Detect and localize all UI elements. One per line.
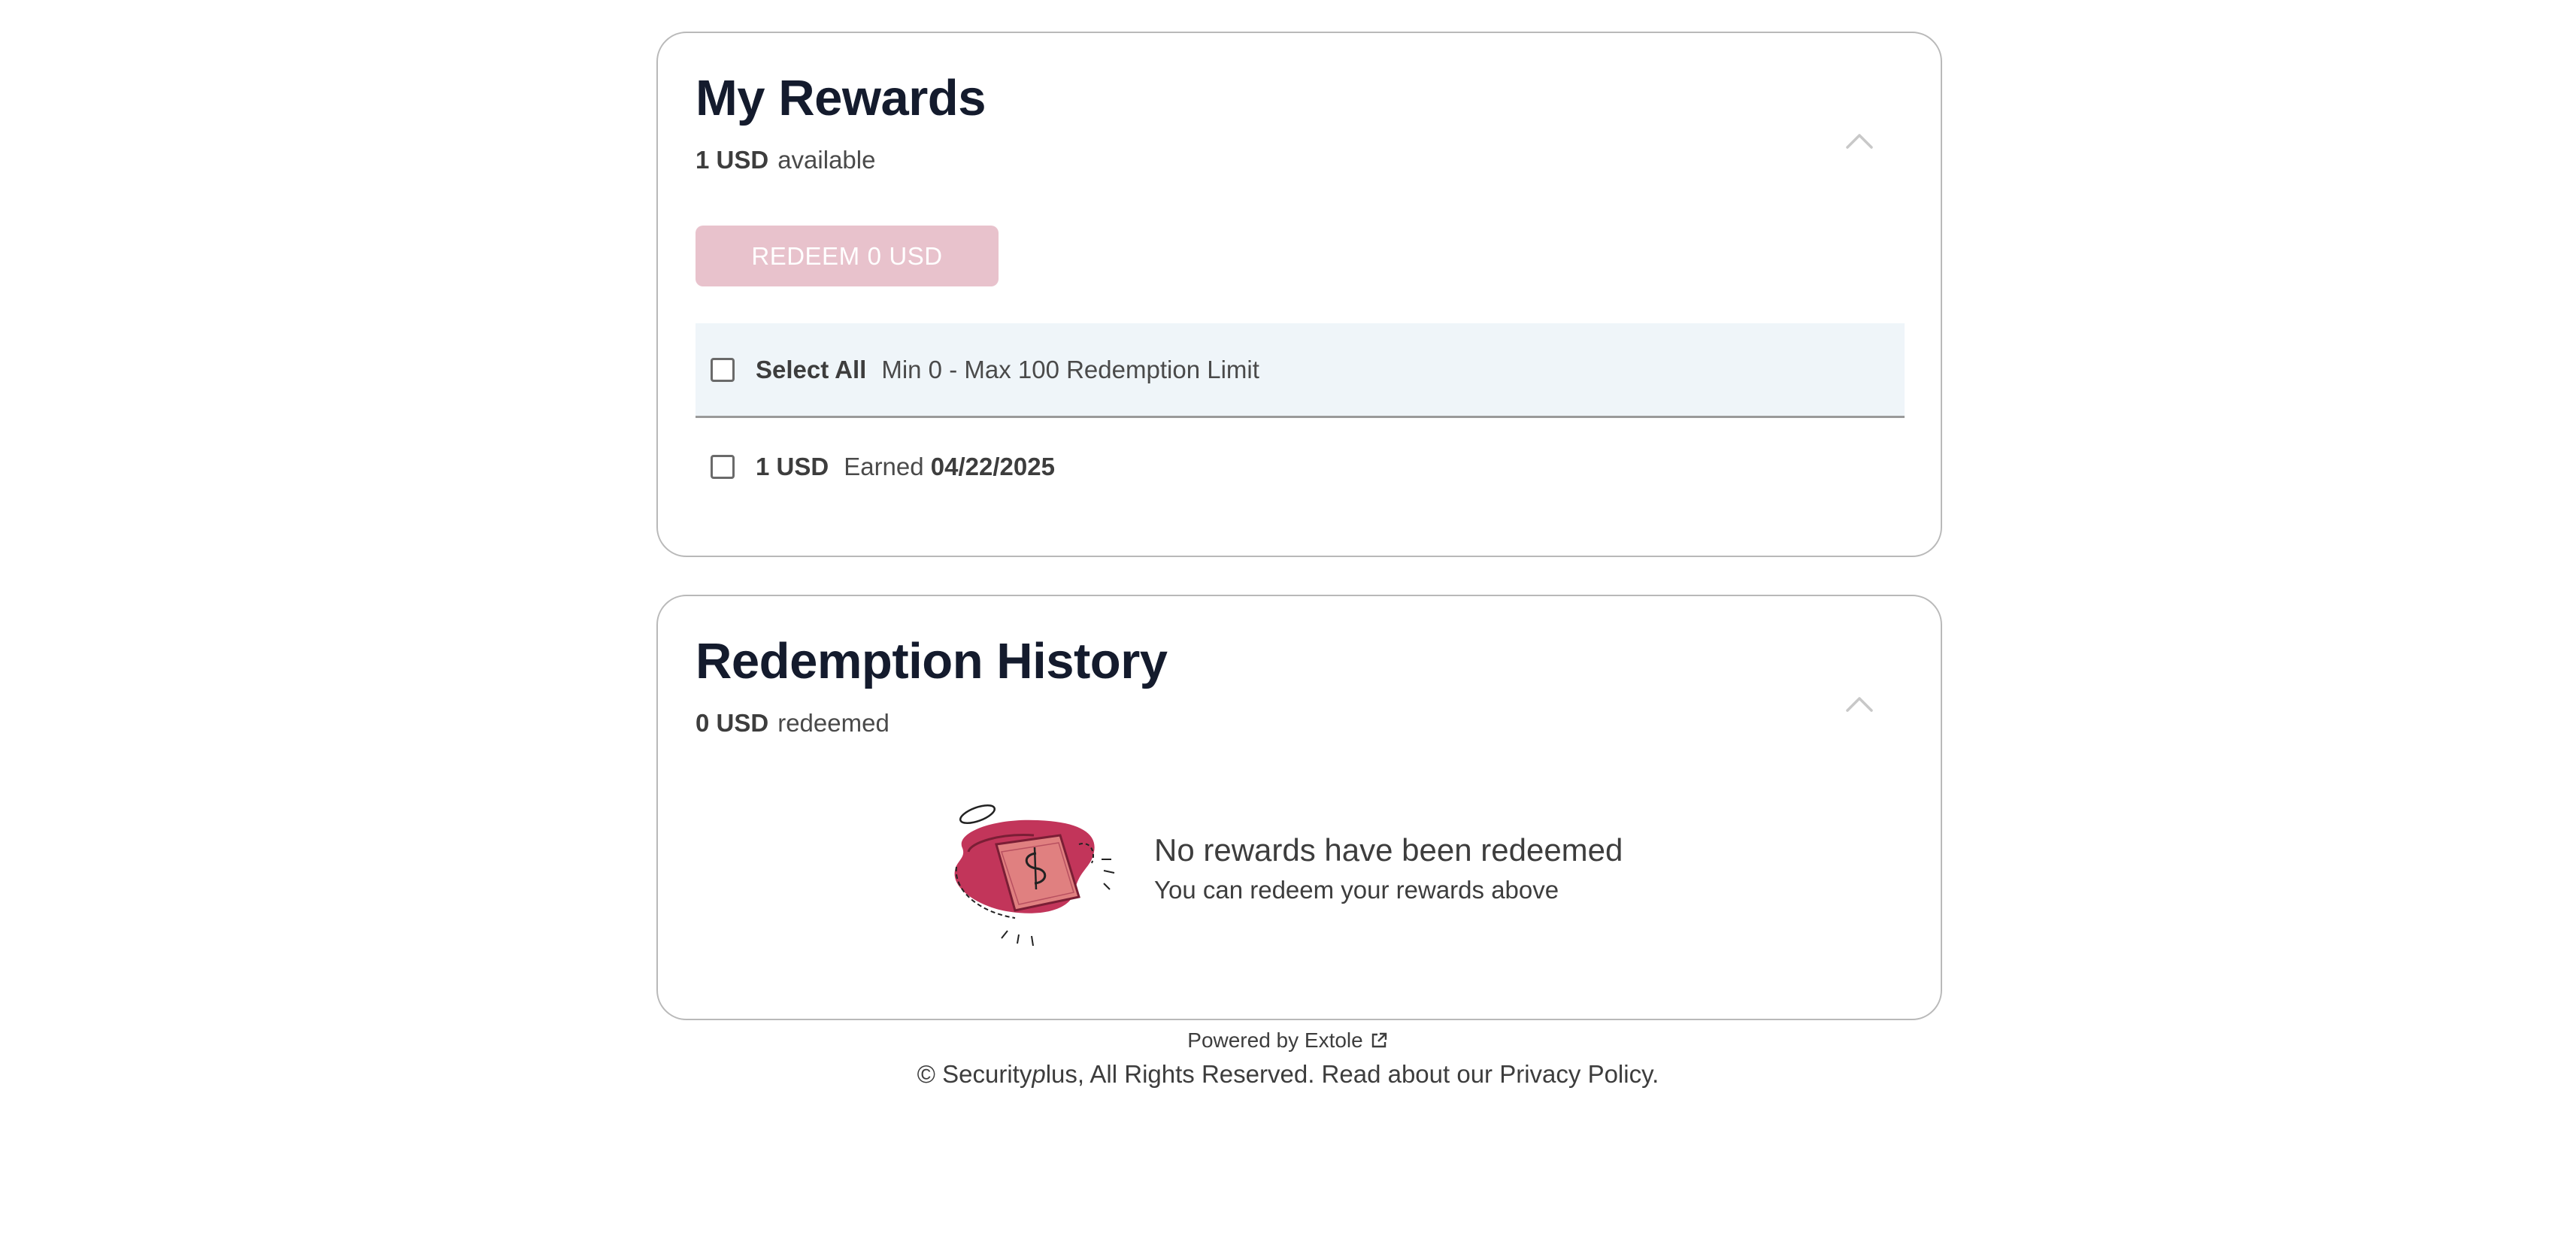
- empty-state-title: No rewards have been redeemed: [1154, 832, 1623, 868]
- redeem-button[interactable]: REDEEM 0 USD: [696, 226, 999, 286]
- redemption-limit-text: Min 0 - Max 100 Redemption Limit: [881, 355, 1259, 383]
- rewards-page: My Rewards 1 USD available REDEEM 0 USD Sel…: [0, 0, 2576, 1239]
- reward-item-amount: 1 USD: [756, 453, 829, 480]
- select-all-text: Select All Min 0 - Max 100 Redemption Lim…: [756, 356, 1259, 384]
- chevron-up-icon[interactable]: [1841, 123, 1877, 159]
- powered-by-text: Powered by Extole: [1187, 1028, 1363, 1052]
- my-rewards-card: My Rewards 1 USD available REDEEM 0 USD Sel…: [656, 32, 1942, 557]
- powered-by-extole-link[interactable]: Powered by Extole: [1187, 1028, 1388, 1052]
- my-rewards-title: My Rewards: [696, 70, 986, 126]
- select-all-checkbox[interactable]: [711, 357, 735, 382]
- available-label: available: [777, 146, 876, 174]
- wallet-dollar-illustration-icon: [954, 804, 1115, 947]
- chevron-up-icon[interactable]: [1841, 686, 1877, 722]
- select-all-row: Select All Min 0 - Max 100 Redemption Lim…: [696, 323, 1905, 418]
- reward-item-checkbox[interactable]: [711, 455, 735, 479]
- rewards-available-summary: 1 USD available: [696, 146, 875, 174]
- redeem-button-amount: 0: [867, 241, 882, 270]
- redeemed-amount: 0 USD: [696, 709, 769, 737]
- reward-item-earned-label: Earned: [844, 453, 924, 480]
- external-link-icon: [1371, 1032, 1386, 1048]
- copyright-notice: © Securityplus, All Rights Reserved. Rea…: [0, 1060, 2576, 1089]
- powered-by: Powered by Extole: [0, 1028, 2576, 1053]
- redeem-button-prefix: REDEEM: [751, 241, 860, 270]
- reward-item-date: 04/22/2025: [930, 453, 1055, 480]
- reward-item-row: 1 USD Earned 04/22/2025: [696, 420, 1905, 514]
- reward-item-text: 1 USD Earned 04/22/2025: [756, 453, 1055, 481]
- privacy-policy-link[interactable]: Privacy Policy.: [1499, 1060, 1659, 1088]
- copyright-prefix: © Security: [917, 1060, 1032, 1088]
- select-all-label[interactable]: Select All: [756, 356, 866, 383]
- redemption-history-title: Redemption History: [696, 633, 1168, 689]
- redemption-history-card: Redemption History 0 USD redeemed No rew…: [656, 595, 1942, 1020]
- copyright-suffix: lus, All Rights Reserved. Read about our: [1045, 1060, 1500, 1088]
- redeemed-label: redeemed: [777, 709, 889, 737]
- available-amount: 1 USD: [696, 146, 769, 174]
- copyright-brand-italic: p: [1032, 1060, 1046, 1088]
- empty-state-subtitle: You can redeem your rewards above: [1154, 876, 1559, 904]
- redeemed-summary: 0 USD redeemed: [696, 709, 889, 738]
- redeem-button-currency: USD: [889, 241, 943, 270]
